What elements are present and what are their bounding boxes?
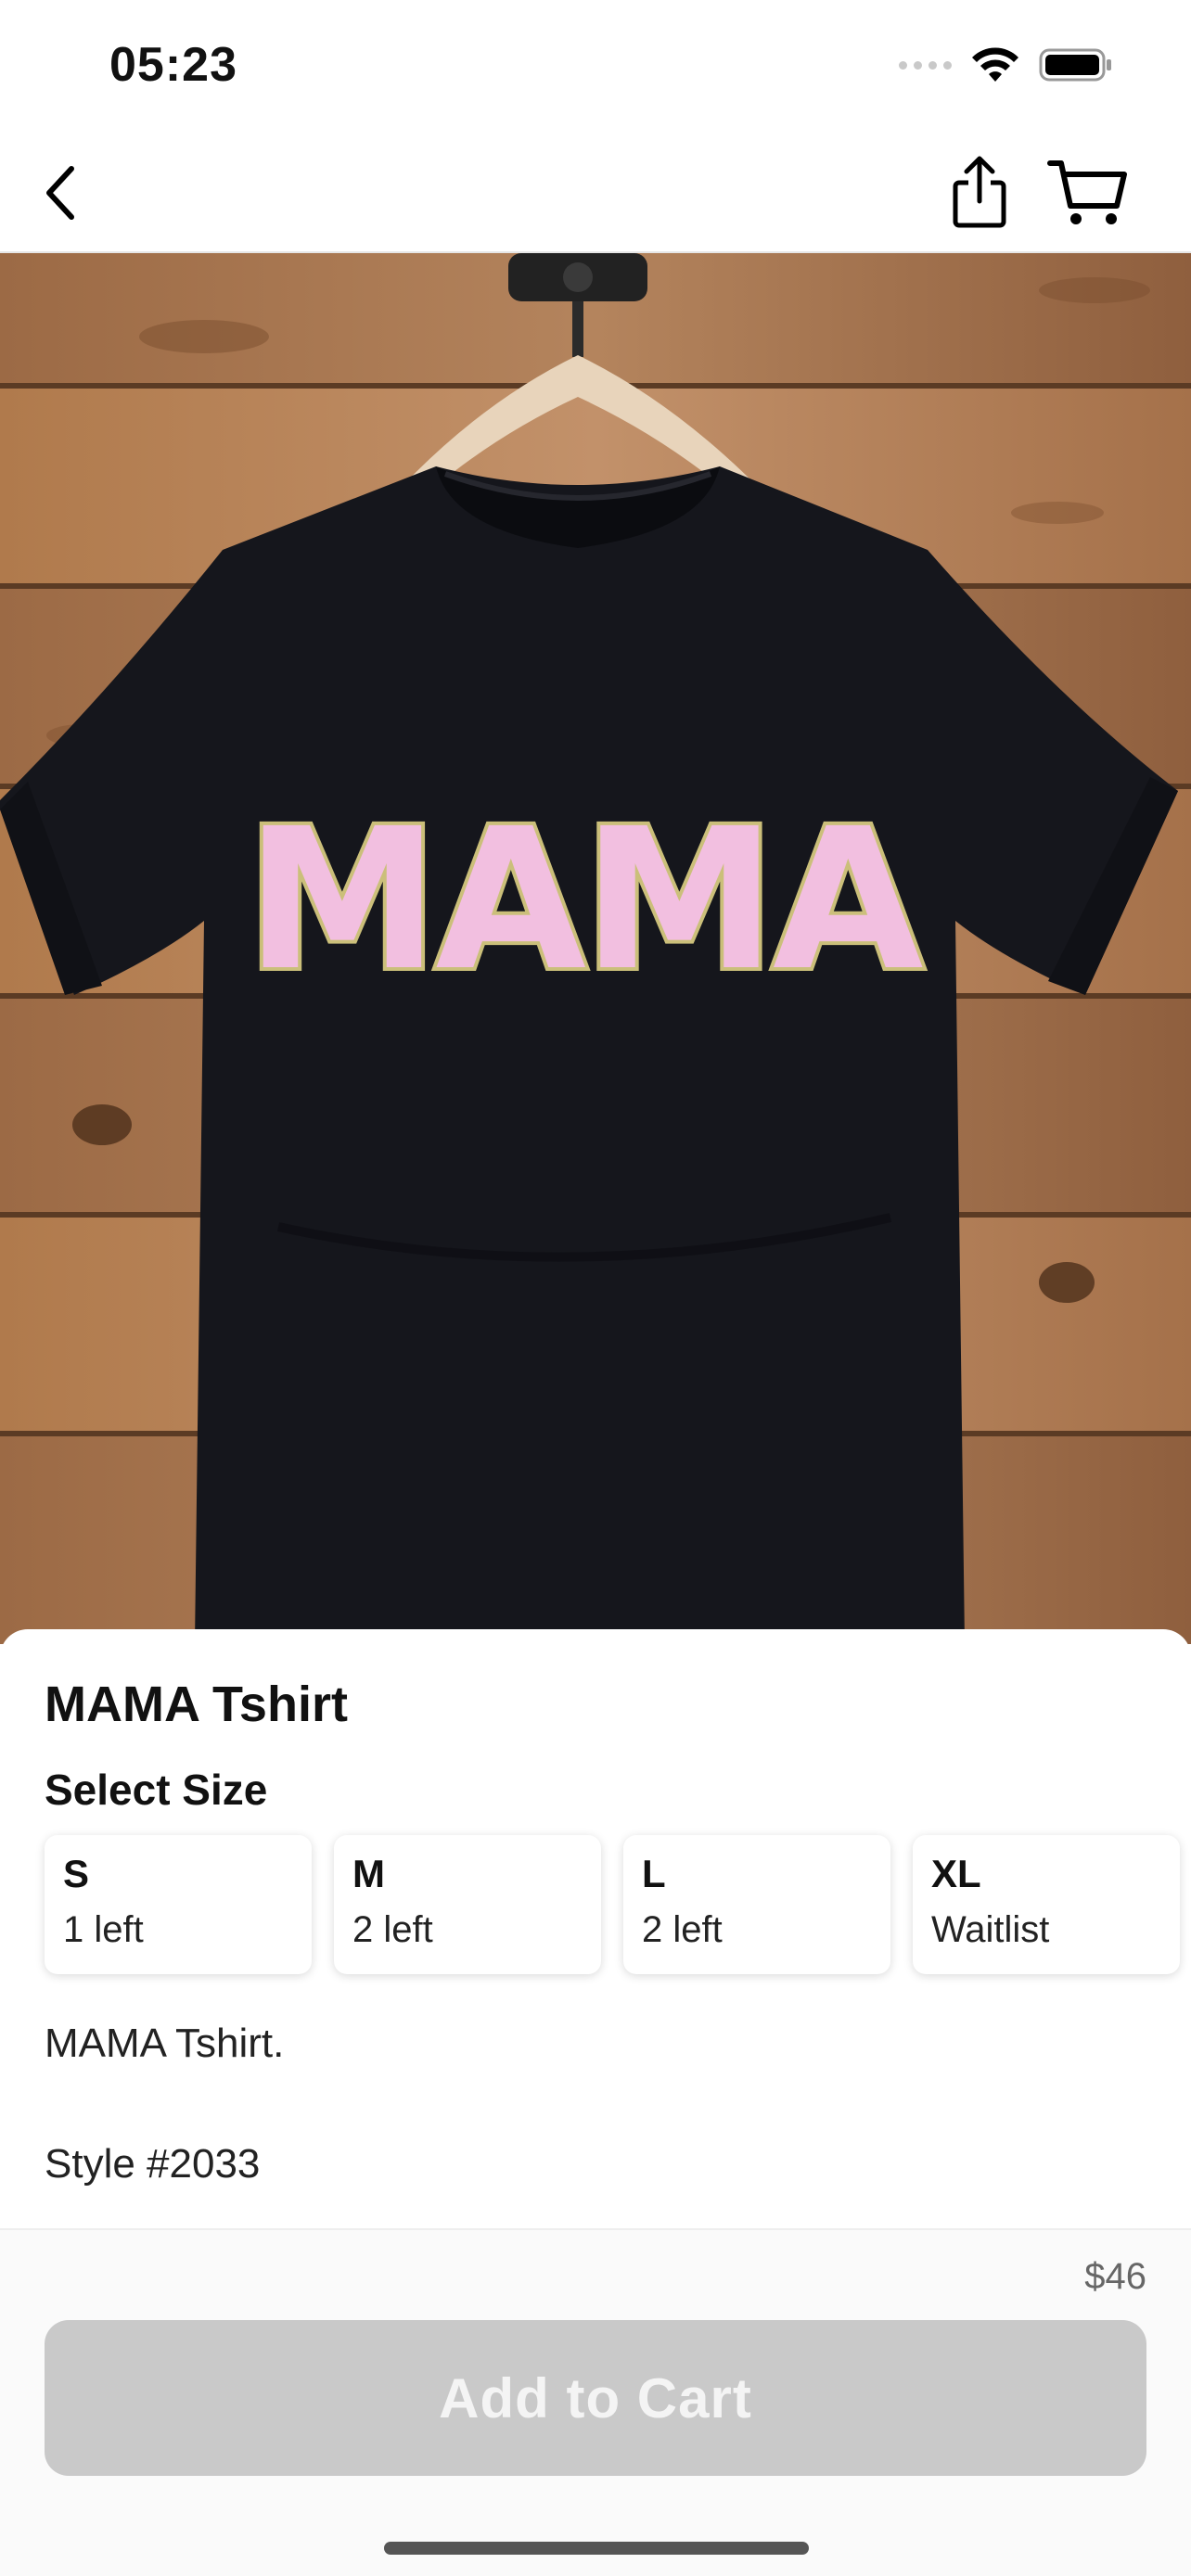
size-stock: Waitlist (931, 1909, 1050, 1950)
status-time: 05:23 (109, 38, 237, 92)
battery-icon (1039, 48, 1111, 82)
size-label: M (352, 1852, 385, 1895)
size-label: XL (931, 1852, 981, 1895)
product-title: MAMA Tshirt (45, 1677, 348, 1732)
wifi-icon (972, 47, 1018, 82)
product-info-sheet: MAMA Tshirt Select Size S 1 left M 2 lef… (0, 1629, 1191, 2232)
home-indicator (384, 2542, 809, 2555)
share-button[interactable] (942, 150, 1017, 234)
back-button[interactable] (28, 156, 93, 230)
size-option-m[interactable]: M 2 left (334, 1835, 601, 1974)
size-label: S (63, 1852, 90, 1895)
size-option-s[interactable]: S 1 left (45, 1835, 312, 1974)
add-to-cart-button[interactable]: Add to Cart (45, 2320, 1146, 2476)
product-price: $46 (1084, 2256, 1146, 2297)
size-label: L (642, 1852, 666, 1895)
select-size-heading: Select Size (45, 1766, 268, 1814)
product-photo: MAMA (0, 253, 1191, 1644)
status-bar: 05:23 (0, 0, 1191, 130)
product-style-number: Style #2033 (45, 2141, 261, 2187)
size-option-xl[interactable]: XL Waitlist (913, 1835, 1180, 1974)
cart-icon (1047, 160, 1127, 224)
size-stock: 2 left (352, 1909, 433, 1950)
size-options: S 1 left M 2 left L 2 left XL Waitlist (45, 1835, 1180, 1974)
status-icons (899, 46, 1113, 83)
size-stock: 2 left (642, 1909, 723, 1950)
share-icon (953, 156, 1006, 228)
shirt-graphic-text: MAMA (246, 786, 923, 1014)
back-arrow-icon (46, 166, 74, 220)
cellular-signal-icon (899, 60, 952, 70)
size-option-l[interactable]: L 2 left (623, 1835, 890, 1974)
cart-button[interactable] (1041, 156, 1133, 230)
nav-bar (0, 130, 1191, 253)
product-image[interactable]: MAMA (0, 253, 1191, 1644)
size-stock: 1 left (63, 1909, 144, 1950)
checkout-bar: $46 Add to Cart (0, 2228, 1191, 2576)
product-description: MAMA Tshirt. (45, 2021, 285, 2066)
